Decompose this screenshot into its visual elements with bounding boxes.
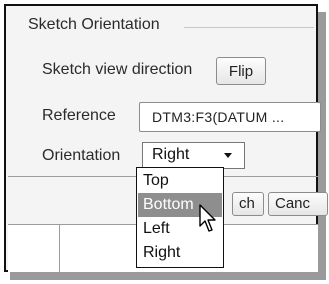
orientation-label: Orientation xyxy=(42,147,121,164)
sketch-button[interactable]: ch xyxy=(232,192,264,216)
reference-field[interactable]: DTM3:F3(DATUM ... xyxy=(139,102,321,132)
reference-label: Reference xyxy=(42,107,116,124)
flip-button[interactable]: Flip xyxy=(216,57,266,85)
reference-value: DTM3:F3(DATUM ... xyxy=(152,109,285,125)
bottom-divider xyxy=(59,225,60,272)
mouse-pointer-icon xyxy=(199,204,216,232)
orientation-select[interactable]: Right xyxy=(142,142,245,169)
option-right[interactable]: Right xyxy=(138,241,222,265)
group-border xyxy=(184,27,314,28)
orientation-selected-value: Right xyxy=(152,146,190,163)
option-top[interactable]: Top xyxy=(138,169,222,193)
view-direction-label: Sketch view direction xyxy=(42,61,193,78)
chevron-down-icon xyxy=(224,153,232,158)
sketch-button-label: ch xyxy=(239,195,255,212)
flip-button-label: Flip xyxy=(228,62,254,80)
group-title: Sketch Orientation xyxy=(28,16,160,33)
cancel-button[interactable]: Canc xyxy=(268,192,328,216)
cancel-button-label: Canc xyxy=(275,195,311,212)
